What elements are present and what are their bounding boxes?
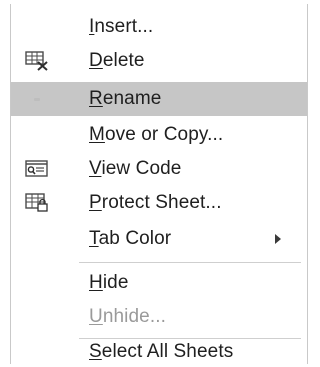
menu-item-move-or-copy[interactable]: Move or Copy... [11, 118, 307, 152]
menu-item-protect-sheet[interactable]: Protect Sheet... [11, 186, 307, 220]
sheet-tab-context-menu: Insert... Delete Rename Move or Copy... [10, 4, 308, 364]
rename-dot-icon [25, 88, 49, 110]
menu-item-label: Protect Sheet... [89, 192, 222, 213]
menu-item-tab-color[interactable]: Tab Color [11, 222, 307, 256]
menu-item-label: Unhide... [89, 306, 166, 327]
menu-item-unhide: Unhide... [11, 300, 307, 334]
menu-item-hide[interactable]: Hide [11, 266, 307, 300]
delete-sheet-icon [25, 50, 49, 72]
menu-item-select-all-sheets[interactable]: Select All Sheets [11, 339, 307, 365]
view-code-icon [25, 158, 49, 180]
submenu-arrow-icon [275, 234, 281, 244]
menu-item-rename[interactable]: Rename [11, 82, 307, 116]
menu-item-label: Select All Sheets [89, 341, 234, 362]
menu-item-label: Delete [89, 50, 145, 71]
menu-item-label: Hide [89, 272, 129, 293]
menu-item-label: View Code [89, 158, 182, 179]
menu-item-delete[interactable]: Delete [11, 44, 307, 78]
protect-sheet-icon [25, 192, 49, 214]
menu-item-label: Insert... [89, 16, 154, 37]
menu-item-label: Move or Copy... [89, 124, 224, 145]
menu-item-label: Rename [89, 88, 162, 109]
menu-item-insert[interactable]: Insert... [11, 10, 307, 44]
menu-separator [79, 262, 301, 263]
menu-item-view-code[interactable]: View Code [11, 152, 307, 186]
menu-item-label: Tab Color [89, 228, 172, 249]
